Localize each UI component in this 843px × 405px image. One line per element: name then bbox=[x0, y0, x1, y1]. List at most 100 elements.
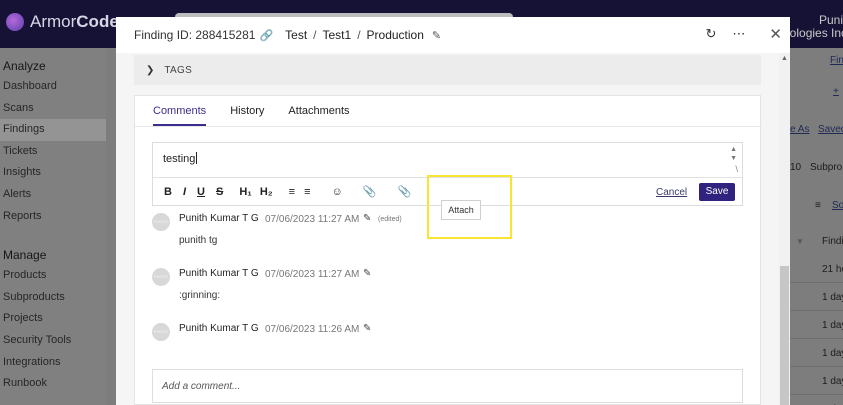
bg-subproducts: Subpro bbox=[810, 162, 843, 173]
sidebar-item-integrations[interactable]: Integrations bbox=[0, 352, 106, 374]
table-row[interactable]: 1 day bbox=[790, 397, 843, 405]
scroll-down-icon[interactable]: ▼ bbox=[730, 155, 737, 162]
user-menu[interactable]: Puni nologies Inc. bbox=[783, 14, 843, 40]
breadcrumb-test1[interactable]: Test1 bbox=[323, 28, 352, 42]
filter-icon[interactable]: ▼ bbox=[796, 237, 804, 246]
armorcode-logo[interactable]: ArmorCode bbox=[6, 12, 119, 32]
table-row[interactable]: 1 day bbox=[790, 369, 843, 395]
sidebar-item-projects[interactable]: Projects bbox=[0, 308, 106, 330]
breadcrumb-separator: / bbox=[357, 28, 361, 42]
avatar: PHOTO bbox=[152, 268, 170, 286]
sidebar-item-findings[interactable]: Findings bbox=[0, 119, 106, 141]
sidebar-item-products[interactable]: Products bbox=[0, 265, 106, 287]
comment-editor-input[interactable]: testing bbox=[163, 152, 198, 165]
underline-button[interactable]: U bbox=[197, 186, 205, 198]
finding-id: Finding ID: 288415281 bbox=[134, 28, 256, 42]
edit-comment-icon[interactable]: ✎ bbox=[363, 268, 371, 279]
table-row[interactable]: 1 day bbox=[790, 313, 843, 339]
add-comment-placeholder: Add a comment... bbox=[162, 381, 241, 392]
sidebar: Analyze Dashboard Scans Findings Tickets… bbox=[0, 48, 106, 405]
tags-section[interactable]: ❯ TAGS bbox=[134, 55, 761, 85]
bullet-list-icon[interactable]: ≡ bbox=[304, 186, 310, 198]
logo-text: ArmorCode bbox=[30, 12, 119, 31]
sort-link[interactable]: So bbox=[832, 200, 843, 211]
save-button[interactable]: Save bbox=[699, 183, 735, 201]
italic-button[interactable]: I bbox=[183, 186, 186, 198]
logo-icon bbox=[6, 13, 24, 31]
comment-author: Punith Kumar T G bbox=[179, 268, 259, 279]
scrollbar-thumb[interactable] bbox=[780, 266, 789, 405]
sidebar-item-security-tools[interactable]: Security Tools bbox=[0, 330, 106, 352]
modal-body: ❯ TAGS Comments History Attachments test… bbox=[116, 53, 779, 405]
avatar: PHOTO bbox=[152, 323, 170, 341]
bg-add-link[interactable]: + bbox=[833, 86, 839, 97]
tab-attachments[interactable]: Attachments bbox=[288, 96, 349, 126]
modal-header: Finding ID: 288415281 🔗 Test / Test1 / P… bbox=[116, 17, 790, 53]
sidebar-item-reports[interactable]: Reports bbox=[0, 206, 106, 228]
breadcrumb-production[interactable]: Production bbox=[367, 28, 424, 42]
table-row[interactable]: 1 day bbox=[790, 285, 843, 311]
strikethrough-button[interactable]: S bbox=[216, 186, 223, 198]
edit-comment-icon[interactable]: ✎ bbox=[363, 213, 371, 224]
sidebar-item-tickets[interactable]: Tickets bbox=[0, 141, 106, 163]
sidebar-item-dashboard[interactable]: Dashboard bbox=[0, 76, 106, 98]
resize-handle-icon[interactable]: ∖ bbox=[734, 165, 739, 174]
bg-count: 10 bbox=[790, 162, 802, 173]
heading1-button[interactable]: H₁ bbox=[239, 186, 252, 198]
edit-pencil-icon[interactable]: ✎ bbox=[432, 29, 441, 42]
add-comment-input[interactable]: Add a comment... bbox=[152, 369, 743, 403]
sidebar-section-analyze: Analyze bbox=[3, 59, 46, 73]
bold-button[interactable]: B bbox=[164, 186, 172, 198]
table-row[interactable]: 21 ho bbox=[790, 257, 843, 283]
comment-timestamp: 07/06/2023 11:27 AM bbox=[265, 269, 360, 280]
saved-link[interactable]: Savec bbox=[818, 124, 843, 135]
ordered-list-icon[interactable]: ≡ bbox=[289, 186, 295, 198]
sidebar-item-runbook[interactable]: Runbook bbox=[0, 373, 106, 395]
tab-divider bbox=[135, 126, 762, 127]
comment-body: :grinning: bbox=[179, 290, 221, 301]
tab-history[interactable]: History bbox=[230, 96, 264, 126]
edit-comment-icon[interactable]: ✎ bbox=[363, 323, 371, 334]
link-attachment-icon[interactable]: 📎 bbox=[363, 185, 377, 198]
comment-editor[interactable]: testing ▲ ▼ ∖ B I U S H₁ H₂ ≡ ≡ ☺ 📎 📎 Ca… bbox=[152, 142, 743, 206]
emoji-icon[interactable]: ☺ bbox=[332, 186, 343, 198]
tags-label: TAGS bbox=[164, 64, 193, 76]
comment-timestamp: 07/06/2023 11:27 AM bbox=[265, 214, 360, 225]
bg-link[interactable]: Fin bbox=[830, 55, 843, 66]
comment-item: PHOTO Punith Kumar T G 07/06/2023 11:27 … bbox=[152, 213, 552, 253]
findings-list-background: Fin + e As Savec 10 Subpro ≡ So ▼ Findi … bbox=[790, 48, 843, 405]
chevron-right-icon: ❯ bbox=[146, 64, 155, 76]
save-as-link[interactable]: e As bbox=[790, 124, 809, 135]
user-org: nologies Inc. bbox=[783, 26, 843, 40]
avatar: PHOTO bbox=[152, 213, 170, 231]
refresh-icon[interactable]: ↻ bbox=[706, 26, 717, 42]
scroll-up-icon[interactable]: ▲ bbox=[781, 55, 788, 62]
comments-panel: Comments History Attachments testing ▲ ▼… bbox=[134, 95, 762, 405]
comment-item: PHOTO Punith Kumar T G 07/06/2023 11:27 … bbox=[152, 268, 552, 308]
modal-scrollbar[interactable]: ▲ bbox=[779, 53, 790, 405]
tab-bar: Comments History Attachments bbox=[153, 96, 350, 126]
cancel-button[interactable]: Cancel bbox=[656, 187, 687, 198]
sidebar-section-manage: Manage bbox=[3, 248, 47, 263]
sidebar-item-scans[interactable]: Scans bbox=[0, 98, 106, 120]
sidebar-item-insights[interactable]: Insights bbox=[0, 162, 106, 184]
table-row[interactable]: 1 day bbox=[790, 341, 843, 367]
close-icon[interactable]: ✕ bbox=[769, 25, 782, 43]
sidebar-item-subproducts[interactable]: Subproducts bbox=[0, 287, 106, 309]
breadcrumb-test[interactable]: Test bbox=[285, 28, 307, 42]
breadcrumb-separator: / bbox=[313, 28, 317, 42]
bg-col-header: Findi bbox=[822, 236, 843, 247]
heading2-button[interactable]: H₂ bbox=[260, 186, 273, 198]
attach-icon[interactable]: 📎 bbox=[397, 185, 411, 198]
comment-body: punith tg bbox=[179, 235, 218, 246]
tab-comments[interactable]: Comments bbox=[153, 96, 207, 126]
sidebar-item-alerts[interactable]: Alerts bbox=[0, 184, 106, 206]
edited-label: (edited) bbox=[378, 216, 402, 223]
more-options-icon[interactable]: ⋯ bbox=[732, 26, 745, 42]
attach-tooltip: Attach bbox=[441, 200, 481, 220]
link-icon[interactable]: 🔗 bbox=[259, 29, 273, 42]
comment-item: PHOTO Punith Kumar T G 07/06/2023 11:26 … bbox=[152, 323, 552, 353]
header-actions: ↻ ⋯ ✕ bbox=[706, 25, 782, 43]
sort-icon[interactable]: ≡ bbox=[815, 200, 821, 211]
scroll-up-icon[interactable]: ▲ bbox=[730, 146, 737, 153]
